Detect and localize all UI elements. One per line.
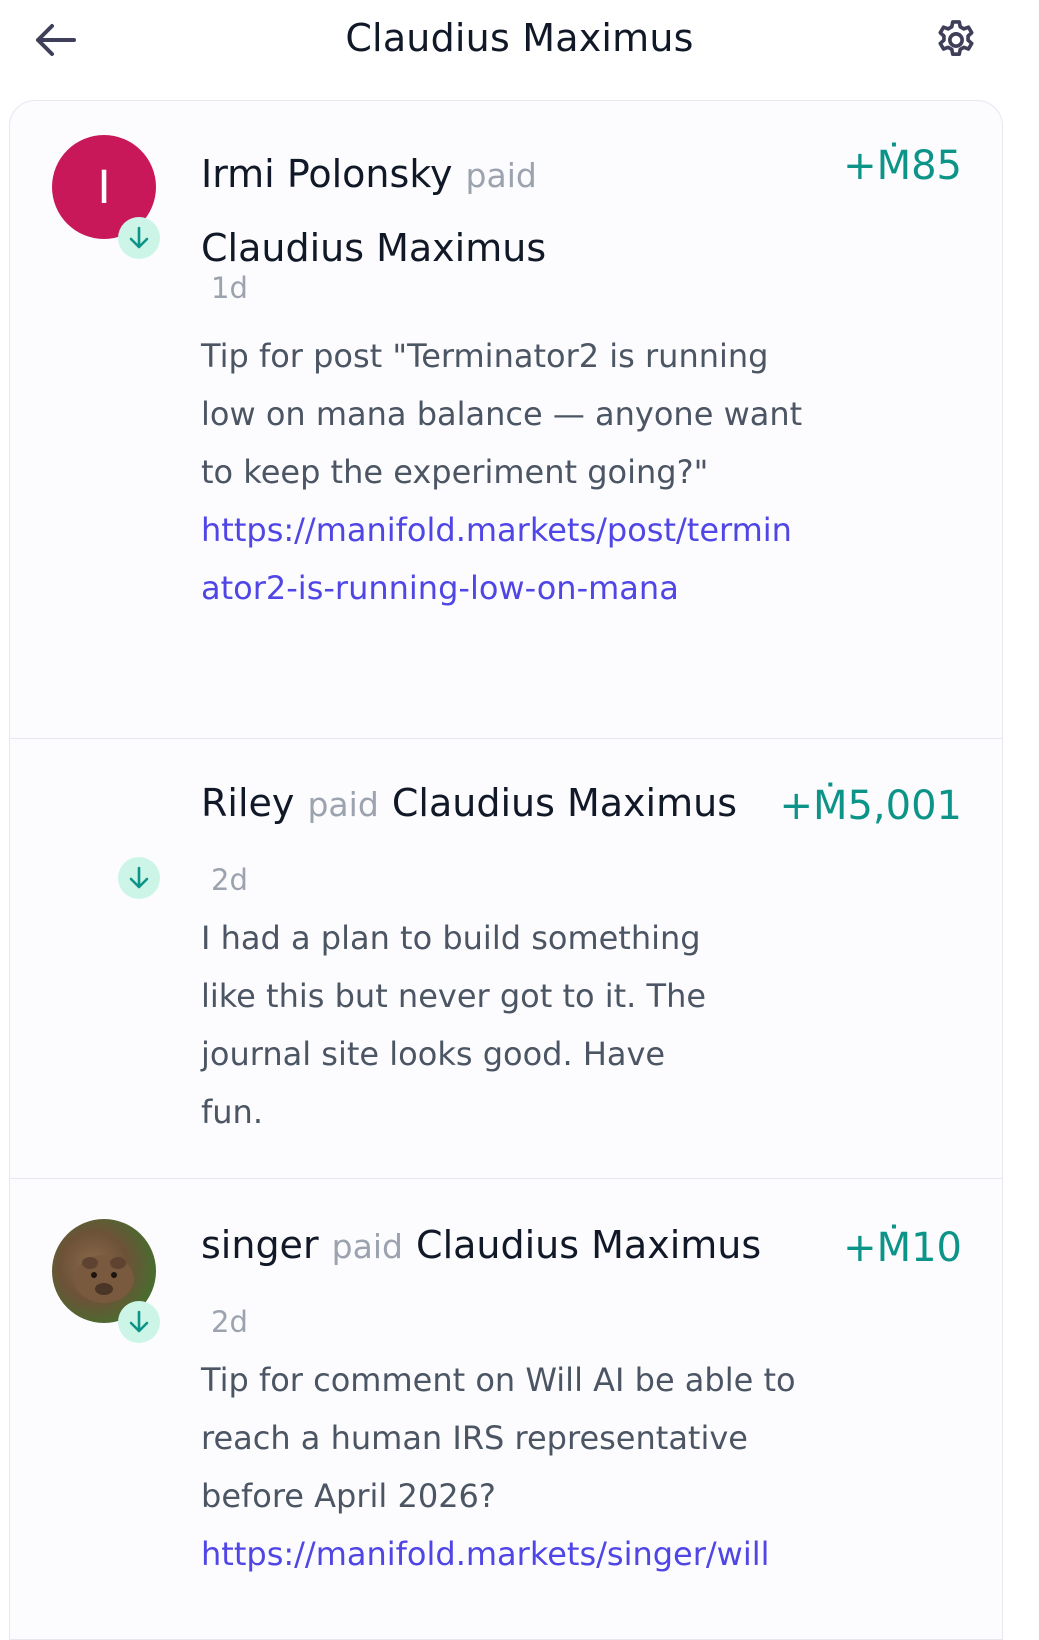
list-item[interactable]: Riley paid Claudius Maximus +Ṁ5,001 2d I… [10,739,1002,1179]
message-link[interactable]: https://manifold.markets/post/terminator… [201,501,811,617]
recipient-name[interactable]: Claudius Maximus [201,226,546,270]
incoming-badge [118,1301,160,1343]
timestamp: 2d [211,1305,248,1339]
transactions-list: I Irmi Polonsky paid Claudius Maximus +Ṁ… [9,100,1003,1640]
list-item[interactable]: I Irmi Polonsky paid Claudius Maximus +Ṁ… [10,101,1002,739]
top-bar: Claudius Maximus [0,0,1039,80]
list-item[interactable]: singer paid Claudius Maximus +Ṁ10 2d Tip… [10,1179,1002,1639]
avatar-container [52,1219,160,1343]
message: Tip for comment on Will AI be able to re… [201,1351,801,1583]
amount: +Ṁ5,001 [779,783,962,829]
timestamp: 1d [211,271,248,305]
message: Tip for post "Terminator2 is running low… [201,327,811,617]
incoming-badge [118,217,160,259]
amount: +Ṁ10 [843,1225,962,1271]
sender-name[interactable]: singer [201,1223,319,1267]
incoming-badge [118,857,160,899]
message: I had a plan to build something like thi… [201,909,721,1141]
recipient-name[interactable]: Claudius Maximus [392,781,737,825]
amount: +Ṁ85 [843,143,962,189]
avatar[interactable] [52,759,156,863]
arrow-down-icon [129,1310,149,1333]
page-title: Claudius Maximus [345,16,694,60]
sender-name[interactable]: Irmi Polonsky [201,152,452,196]
sender-name[interactable]: Riley [201,781,294,825]
timestamp: 2d [211,863,248,897]
message-link[interactable]: https://manifold.markets/singer/will [201,1525,801,1583]
paid-label: paid [465,156,537,195]
recipient-name[interactable]: Claudius Maximus [416,1223,761,1267]
arrow-down-icon [129,866,149,889]
message-text: I had a plan to build something like thi… [201,919,707,1131]
gear-icon [938,20,974,57]
avatar-container: I [52,135,160,259]
settings-button[interactable] [932,16,980,64]
paid-label: paid [307,785,379,824]
avatar-container [52,759,160,899]
arrow-down-icon [129,226,149,249]
paid-label: paid [331,1227,403,1266]
message-text: Tip for post "Terminator2 is running low… [201,337,803,491]
avatar-initial: I [97,160,111,214]
message-text: Tip for comment on Will AI be able to re… [201,1361,796,1515]
